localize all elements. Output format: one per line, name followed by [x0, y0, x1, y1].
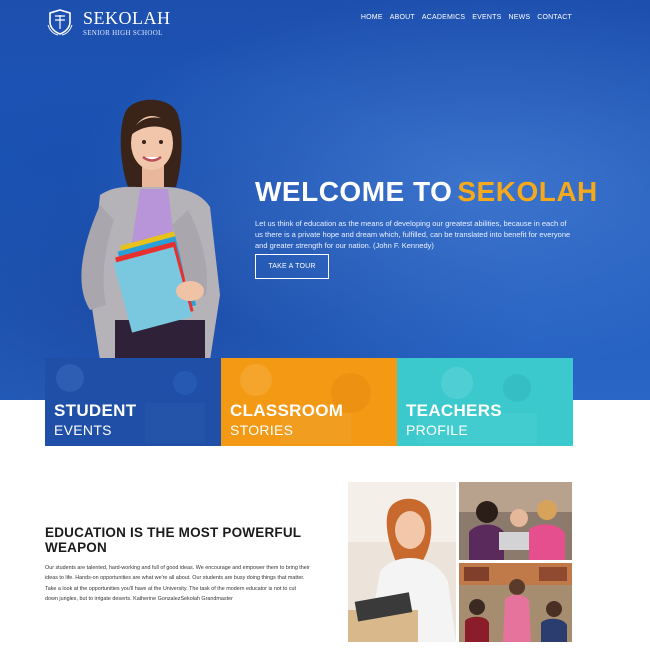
nav-news[interactable]: NEWS	[508, 14, 530, 21]
nav-events[interactable]: EVENTS	[472, 14, 501, 21]
nav-home[interactable]: HOME	[361, 14, 383, 21]
nav-contact[interactable]: CONTACT	[537, 14, 572, 21]
tile-title: STUDENT	[54, 401, 137, 420]
hero-section: SEKOLAH SENIOR HIGH SCHOOL HOME ABOUT AC…	[0, 0, 650, 400]
photo-students-laptop	[459, 482, 572, 560]
tile-subtitle: STORIES	[230, 422, 294, 438]
student-photo	[81, 99, 220, 360]
tile-classroom-stories[interactable]: CLASSROOM STORIES	[221, 358, 397, 446]
hero-title-main: WELCOME TO	[255, 176, 453, 207]
tile-student-events[interactable]: STUDENT EVENTS	[45, 358, 221, 446]
photo-classroom-library	[459, 563, 572, 642]
main-nav: HOME ABOUT ACADEMICS EVENTS NEWS CONTACT	[361, 14, 572, 21]
tile-title: TEACHERS	[406, 401, 502, 420]
brand-tagline: SENIOR HIGH SCHOOL	[83, 29, 163, 37]
hero-quote: Let us think of education as the means o…	[255, 219, 571, 250]
hero-title-accent: SEKOLAH	[457, 176, 598, 207]
tile-teachers-profile[interactable]: TEACHERS PROFILE	[397, 358, 573, 446]
site-logo[interactable]: SEKOLAH SENIOR HIGH SCHOOL	[45, 5, 225, 40]
shield-crest-icon	[47, 9, 73, 36]
section-title: EDUCATION IS THE MOST POWERFUL WEAPON	[45, 525, 302, 555]
take-a-tour-button[interactable]: TAKE A TOUR	[255, 254, 329, 279]
hero-title: WELCOME TO SEKOLAH	[255, 176, 598, 208]
section-text: Our students are talented, hard-working …	[45, 565, 310, 603]
tile-subtitle: EVENTS	[54, 422, 112, 438]
tile-subtitle: PROFILE	[406, 422, 469, 438]
brand-name: SEKOLAH	[83, 8, 171, 28]
nav-academics[interactable]: ACADEMICS	[422, 14, 465, 21]
nav-about[interactable]: ABOUT	[390, 14, 415, 21]
tile-title: CLASSROOM	[230, 401, 344, 420]
photo-teacher-laptop	[348, 482, 456, 642]
